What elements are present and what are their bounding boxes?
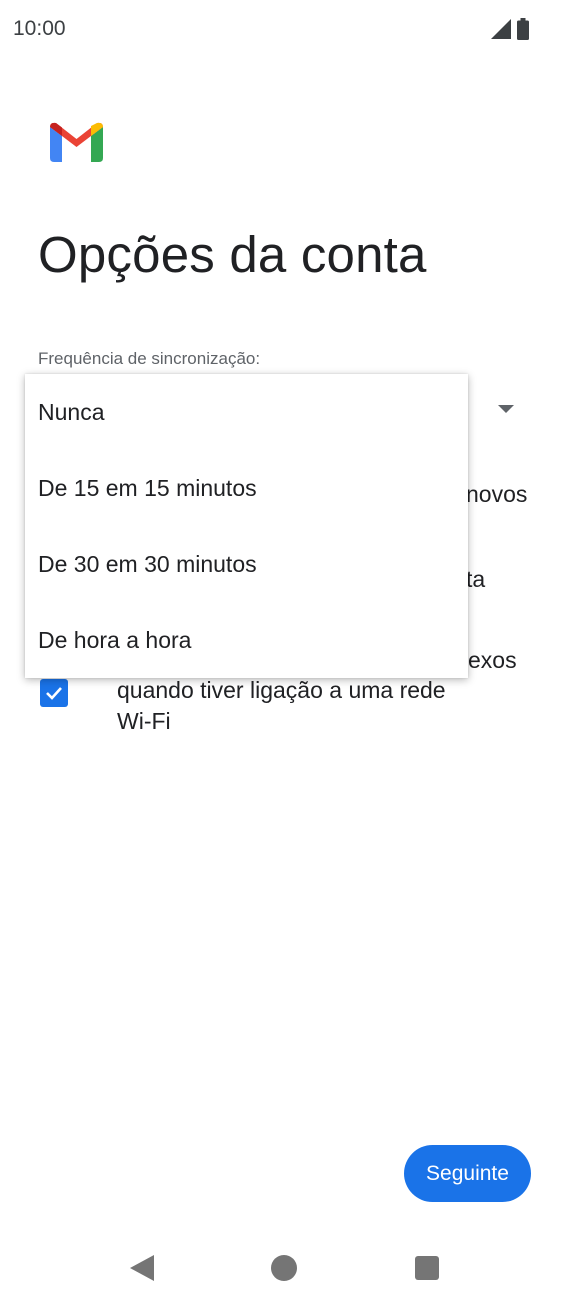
notify-option-text: novos xyxy=(466,481,528,507)
dropdown-option-hourly[interactable]: De hora a hora xyxy=(25,602,468,678)
dropdown-arrow-icon[interactable] xyxy=(498,405,514,413)
status-bar: 10:00 xyxy=(0,0,569,58)
download-option-text-1: exos xyxy=(468,647,517,673)
dropdown-option-never[interactable]: Nunca xyxy=(25,374,468,450)
page-title: Opções da conta xyxy=(38,226,427,283)
status-time: 10:00 xyxy=(13,17,66,40)
battery-icon xyxy=(517,18,529,40)
download-option-text-3: Wi-Fi xyxy=(117,708,171,734)
status-icons xyxy=(491,18,529,40)
navigation-bar xyxy=(0,1230,569,1306)
sync-frequency-label: Frequência de sincronização: xyxy=(38,349,261,368)
dropdown-option-15-min[interactable]: De 15 em 15 minutos xyxy=(25,450,468,526)
home-icon[interactable] xyxy=(271,1255,297,1281)
sync-frequency-dropdown: Nunca De 15 em 15 minutos De 30 em 30 mi… xyxy=(25,374,468,678)
back-icon[interactable] xyxy=(130,1255,154,1281)
signal-icon xyxy=(491,19,511,39)
dropdown-option-30-min[interactable]: De 30 em 30 minutos xyxy=(25,526,468,602)
recents-icon[interactable] xyxy=(415,1256,439,1280)
next-button[interactable]: Seguinte xyxy=(404,1145,531,1202)
download-attachments-checkbox[interactable] xyxy=(40,679,68,707)
sync-option-text: ta xyxy=(466,566,486,592)
download-option-text-2: quando tiver ligação a uma rede xyxy=(117,677,446,703)
check-icon xyxy=(46,687,62,700)
gmail-logo-icon xyxy=(50,122,103,162)
